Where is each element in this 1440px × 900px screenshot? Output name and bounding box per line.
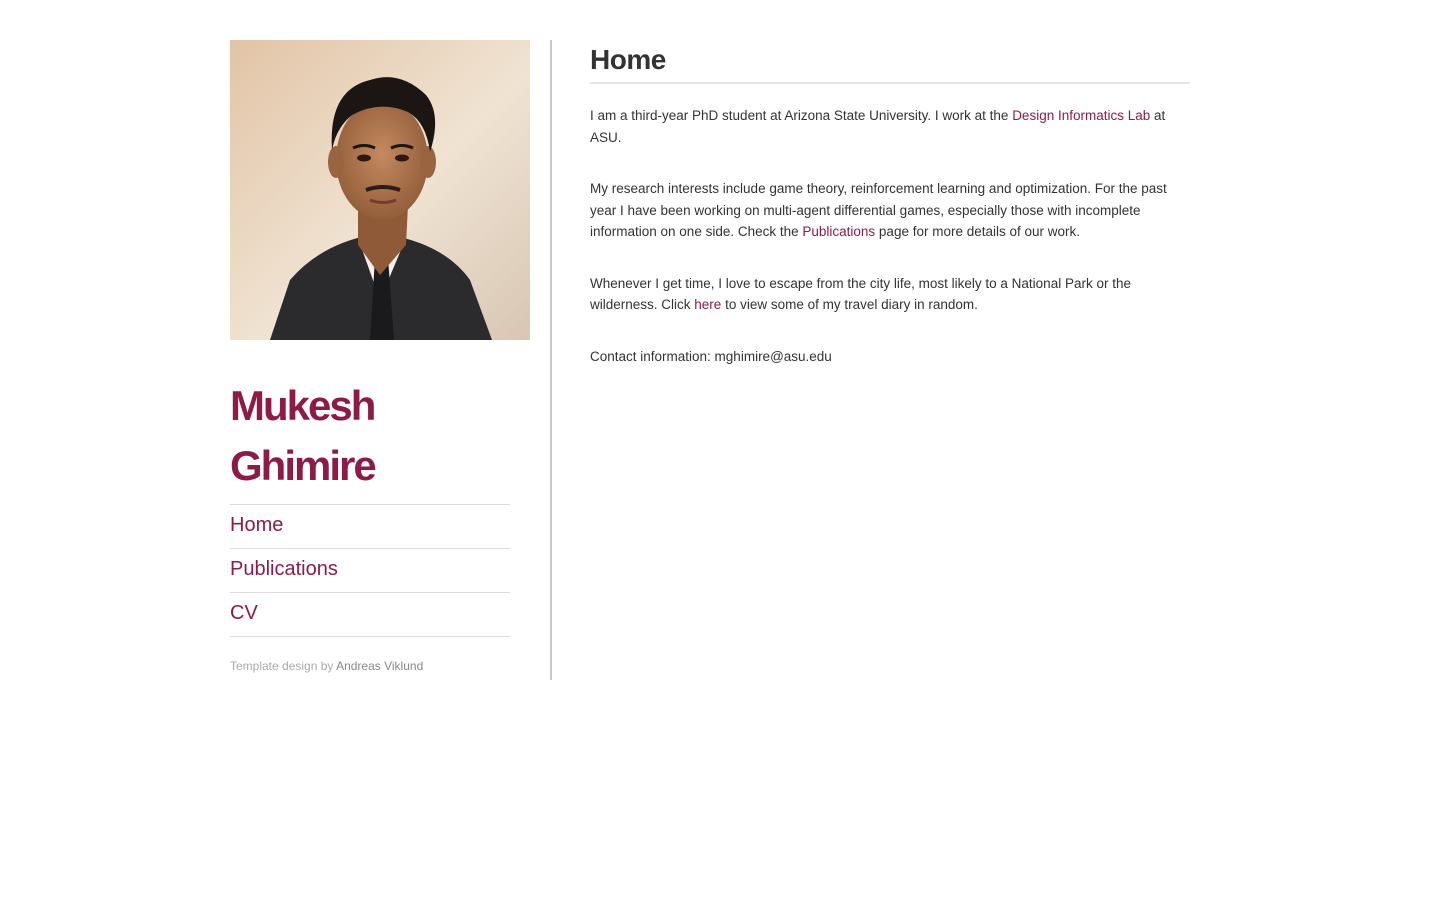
sidebar-nav: Home Publications CV (230, 504, 510, 637)
nav-item-publications[interactable]: Publications (230, 549, 510, 593)
intro-text: I am a third-year PhD student at Arizona… (590, 108, 1013, 123)
sidebar: Mukesh Ghimire Home Publications CV Temp… (230, 40, 530, 673)
site-title-first-name: Mukesh (230, 382, 376, 429)
contact-paragraph: Contact information: mghimire@asu.edu (590, 348, 832, 364)
nav-item-cv[interactable]: CV (230, 593, 510, 637)
credit-author-link[interactable]: Andreas Viklund (336, 659, 423, 673)
site-title-last-name: Ghimire (230, 442, 377, 489)
nav-item-home[interactable]: Home (230, 505, 510, 549)
profile-photo (230, 40, 530, 340)
column-divider (550, 40, 552, 680)
research-paragraph: My research interests include game theor… (590, 178, 1190, 243)
credit-prefix: Template design by (230, 659, 337, 673)
portrait-image (230, 40, 530, 340)
page-container: Mukesh Ghimire Home Publications CV Temp… (230, 40, 1190, 680)
publications-link[interactable]: Publications (802, 224, 875, 239)
design-informatics-lab-link[interactable]: Design Informatics Lab (1012, 108, 1150, 123)
intro-paragraph: I am a third-year PhD student at Arizona… (590, 105, 1190, 148)
research-text-end: page for more details of our work. (875, 224, 1081, 239)
main-content: Home I am a third-year PhD student at Ar… (590, 40, 1190, 367)
template-credit: Template design by Andreas Viklund (230, 659, 530, 673)
travel-diary-link[interactable]: here (694, 297, 721, 312)
page-title: Home (590, 44, 1190, 84)
site-title: Mukesh Ghimire (230, 376, 510, 496)
travel-paragraph: Whenever I get time, I love to escape fr… (590, 273, 1190, 316)
travel-text-end: to view some of my travel diary in rando… (721, 297, 978, 312)
